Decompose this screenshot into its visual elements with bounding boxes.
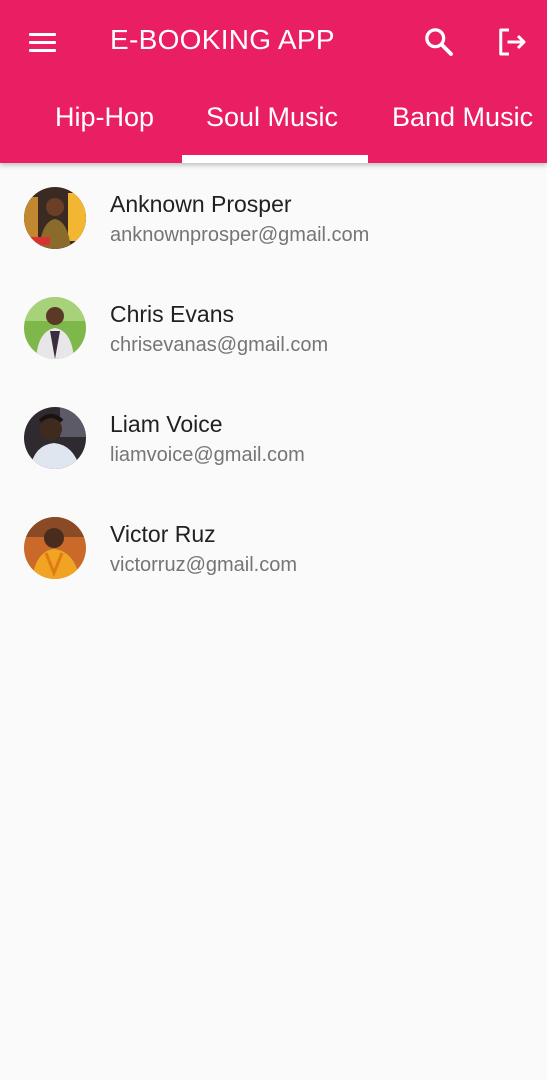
tab-band-music[interactable]: Band Music (392, 102, 533, 133)
category-tabs: t Hip-Hop Soul Music Band Music (0, 84, 547, 163)
search-icon[interactable] (421, 24, 457, 60)
artist-email: anknownprosper@gmail.com (110, 224, 370, 246)
list-item[interactable]: Chris Evans chrisevanas@gmail.com (0, 273, 547, 383)
tab-indicator (182, 155, 368, 163)
artist-email: chrisevanas@gmail.com (110, 334, 329, 356)
artist-email: liamvoice@gmail.com (110, 444, 305, 466)
artist-name: Chris Evans (110, 301, 234, 327)
list-item[interactable]: Liam Voice liamvoice@gmail.com (0, 383, 547, 493)
artist-name: Anknown Prosper (110, 191, 292, 217)
artist-name: Victor Ruz (110, 521, 216, 547)
avatar (24, 407, 86, 469)
tab-soul-music[interactable]: Soul Music (206, 102, 338, 133)
tab-hip-hop[interactable]: Hip-Hop (55, 102, 154, 133)
list-item[interactable]: Victor Ruz victorruz@gmail.com (0, 493, 547, 603)
artist-email: victorruz@gmail.com (110, 554, 298, 576)
menu-icon[interactable] (26, 29, 60, 55)
logout-icon[interactable] (494, 24, 530, 60)
avatar (24, 187, 86, 249)
avatar (24, 297, 86, 359)
artist-name: Liam Voice (110, 411, 223, 437)
list-item[interactable]: Anknown Prosper anknownprosper@gmail.com (0, 163, 547, 273)
avatar (24, 517, 86, 579)
app-title: E-BOOKING APP (110, 24, 335, 55)
toolbar: E-BOOKING APP (0, 0, 547, 84)
app-bar: E-BOOKING APP t Hip-Hop Soul Music Band … (0, 0, 547, 163)
